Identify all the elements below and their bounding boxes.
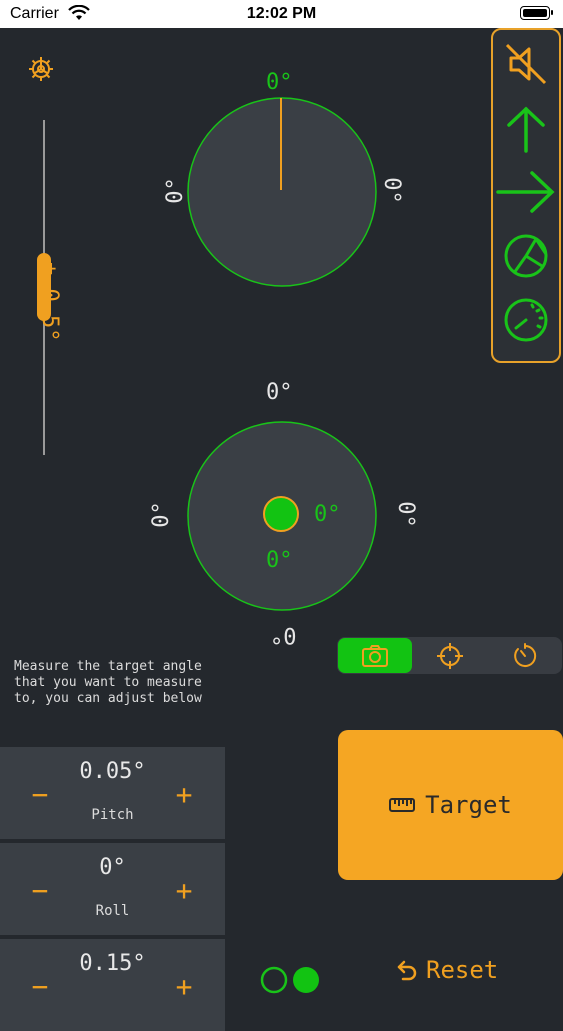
- page-dot-inactive: [260, 966, 288, 994]
- page-indicator[interactable]: [259, 965, 323, 995]
- direction-right-button[interactable]: [493, 162, 559, 222]
- target-button[interactable]: Target: [338, 730, 563, 880]
- pie-chart-icon: [504, 234, 548, 278]
- pitch-increment-button[interactable]: +: [166, 777, 202, 813]
- segment-crosshair[interactable]: [412, 637, 487, 674]
- direction-up-button[interactable]: [493, 100, 559, 160]
- measure-mode-segmented-control: [337, 637, 562, 674]
- sensitivity-label: ± 0.5°: [37, 262, 62, 342]
- timer-icon: [513, 642, 536, 667]
- pitch-decrement-button[interactable]: −: [22, 777, 58, 813]
- speed-mode-button[interactable]: [493, 290, 559, 350]
- camera-icon: [361, 644, 388, 667]
- compass-top-reading: 0°: [266, 70, 293, 95]
- level-y-reading: 0°: [266, 548, 293, 573]
- target-button-label: Target: [425, 791, 512, 819]
- settings-gear-icon[interactable]: [27, 55, 55, 87]
- mute-button[interactable]: [493, 34, 559, 94]
- clock: 12:02 PM: [246, 5, 317, 22]
- reset-button-label: Reset: [426, 956, 499, 984]
- instruction-text: Measure the target angle that you want t…: [14, 659, 202, 706]
- speedometer-icon: [504, 298, 548, 342]
- bubble-level: [187, 421, 377, 611]
- roll-stepper: 0° Roll − +: [0, 843, 225, 935]
- level-bubble: [263, 496, 299, 532]
- roll-decrement-button[interactable]: −: [22, 873, 58, 909]
- mode-toolbar: [491, 28, 561, 363]
- status-bar: Carrier 12:02 PM: [0, 0, 563, 28]
- page-dot-active: [293, 967, 319, 993]
- compass-right-reading: 0°: [378, 177, 404, 204]
- mute-icon: [505, 43, 547, 85]
- battery-icon: [520, 6, 553, 20]
- arrow-right-icon: [496, 171, 555, 213]
- ruler-icon: [389, 798, 416, 812]
- segment-camera[interactable]: [337, 637, 412, 674]
- angle-mode-button[interactable]: [493, 226, 559, 286]
- reset-button[interactable]: Reset: [396, 956, 498, 984]
- third-stepper: 0.15° − +: [0, 939, 225, 1031]
- roll-increment-button[interactable]: +: [166, 873, 202, 909]
- level-top-reading: 0°: [266, 380, 293, 405]
- level-bottom-reading: 0°: [270, 622, 297, 647]
- pitch-stepper: 0.05° Pitch − +: [0, 747, 225, 839]
- compass-dial: [187, 97, 377, 287]
- level-right-reading: 0°: [392, 501, 418, 528]
- segment-timer[interactable]: [487, 637, 562, 674]
- level-x-reading: 0°: [314, 502, 341, 527]
- undo-icon: [397, 960, 417, 981]
- arrow-up-icon: [507, 106, 545, 153]
- level-left-reading: 0°: [148, 501, 174, 528]
- crosshair-icon: [436, 642, 463, 669]
- compass-left-reading: 0°: [162, 177, 188, 204]
